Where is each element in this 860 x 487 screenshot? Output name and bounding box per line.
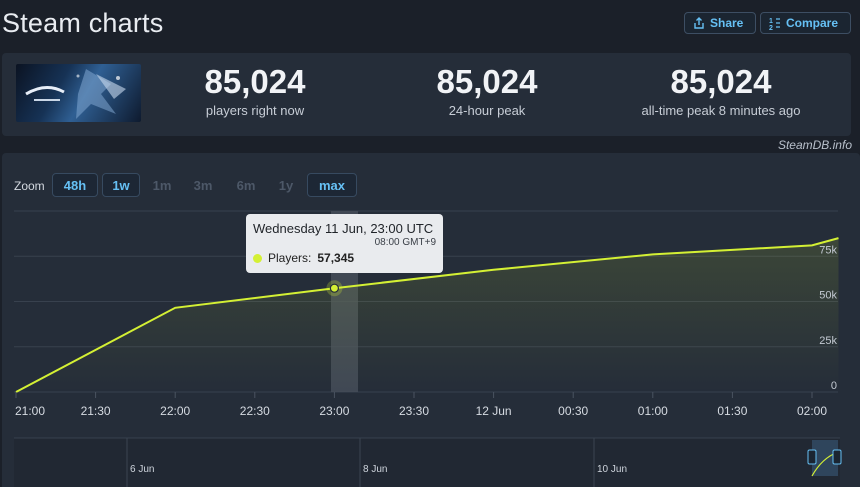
highlight-dot (329, 283, 339, 293)
x-tick-label: 23:30 (399, 404, 429, 418)
highlight-point (326, 280, 343, 297)
series-color-dot (253, 253, 262, 263)
tooltip-series-label: Players: (268, 251, 312, 265)
x-tick-label: 23:00 (319, 404, 349, 418)
x-tick-label: 21:00 (15, 404, 45, 418)
tooltip-series-row: Players: 57,345 (253, 251, 436, 265)
tooltip-local-time: 08:00 GMT+9 (374, 237, 436, 248)
navigator-label: 6 Jun (130, 464, 154, 475)
navigator-right-handle[interactable] (832, 449, 842, 465)
navigator-left-handle[interactable] (807, 449, 817, 465)
x-tick-label: 12 Jun (476, 404, 512, 418)
y-tick-label: 50k (819, 290, 837, 302)
x-tick-label: 02:00 (797, 404, 827, 418)
chart-tooltip: Wednesday 11 Jun, 23:00 UTC 08:00 GMT+9 … (246, 214, 443, 273)
tooltip-series-value: 57,345 (317, 251, 355, 265)
navigator-label: 8 Jun (363, 464, 387, 475)
x-tick-label: 00:30 (558, 404, 588, 418)
x-tick-label: 22:00 (160, 404, 190, 418)
x-tick-label: 01:30 (717, 404, 747, 418)
tooltip-date: Wednesday 11 Jun, 23:00 UTC (253, 221, 434, 236)
x-tick-label: 01:00 (638, 404, 668, 418)
y-tick-label: 0 (831, 380, 837, 392)
y-tick-label: 25k (819, 335, 837, 347)
x-tick-label: 22:30 (240, 404, 270, 418)
navigator-label: 10 Jun (597, 464, 627, 475)
navigator[interactable] (14, 438, 840, 487)
x-tick-label: 21:30 (81, 404, 111, 418)
y-tick-label: 75k (819, 244, 837, 256)
